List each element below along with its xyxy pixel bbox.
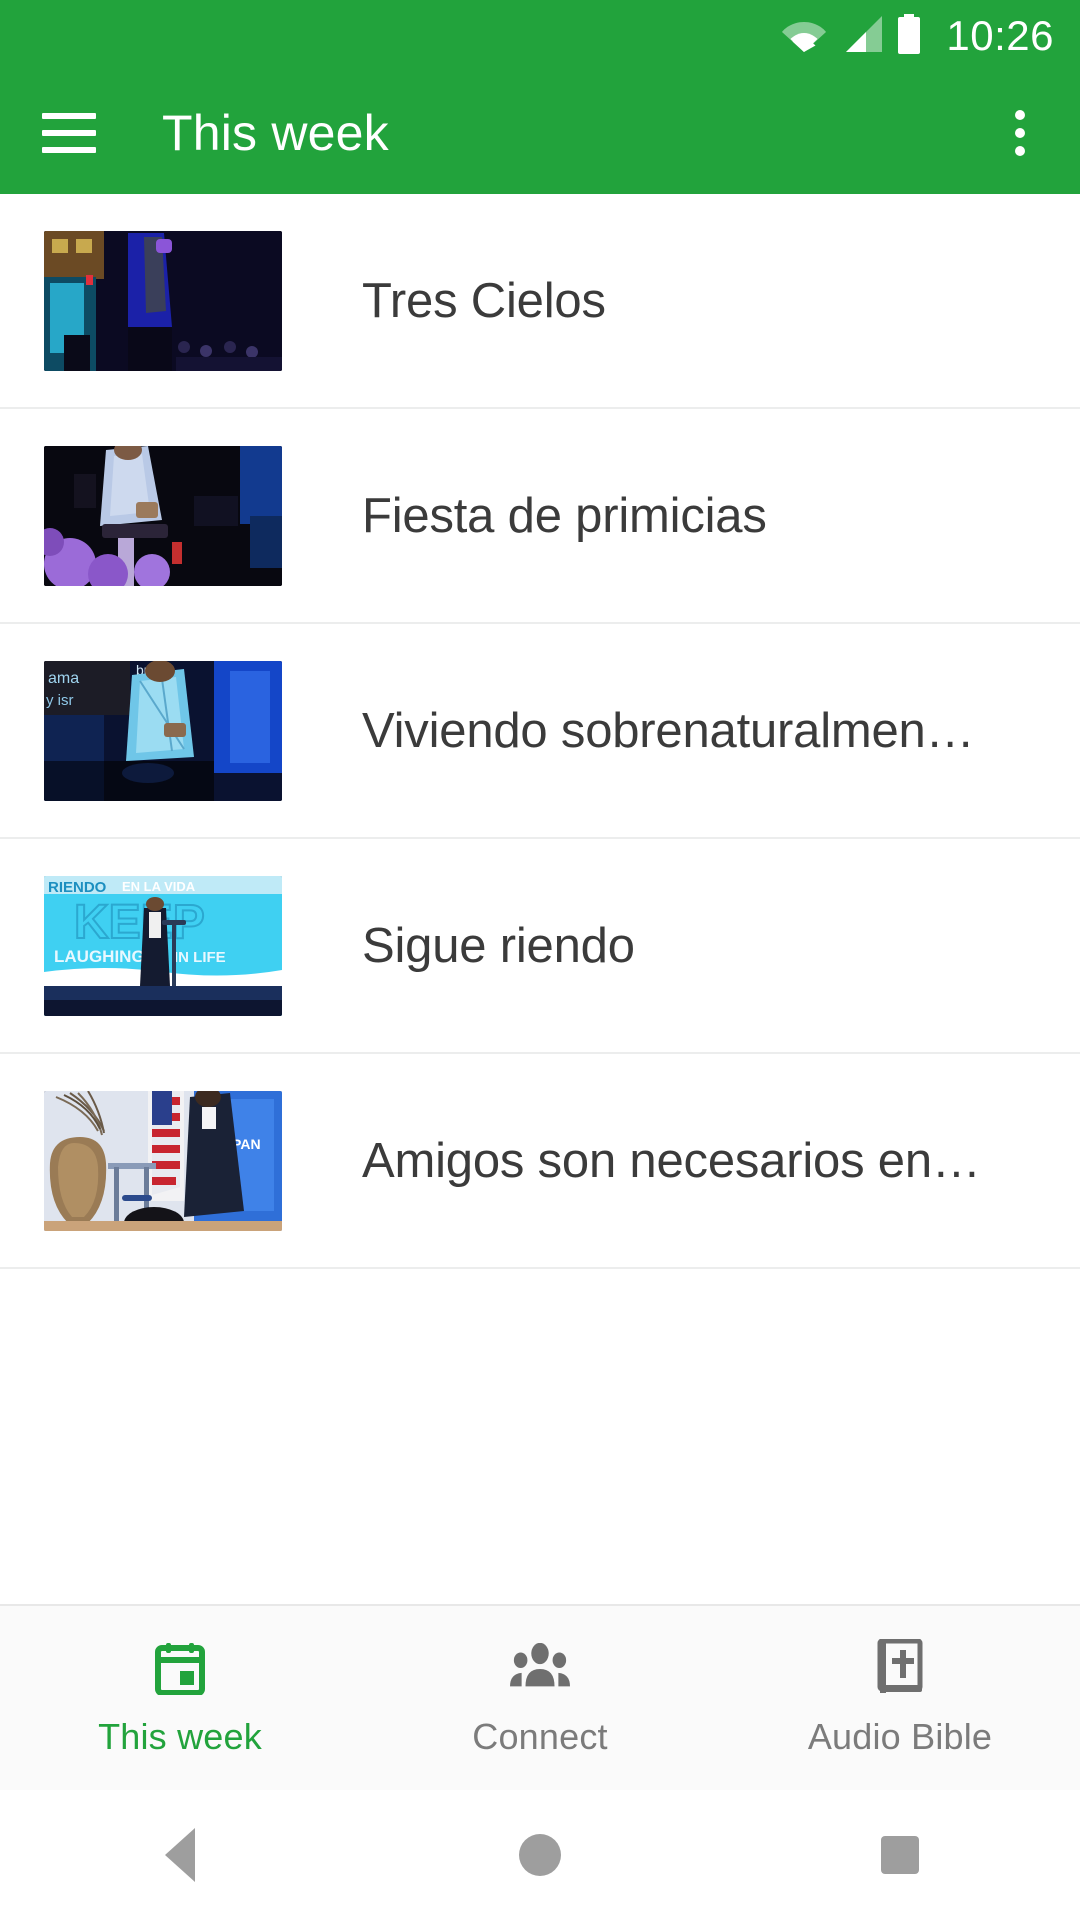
list-item[interactable]: NECE N LA PAN (0, 1054, 1080, 1269)
nav-label: Audio Bible (807, 1716, 993, 1757)
app-bar: This week (0, 72, 1080, 194)
people-icon (510, 1638, 570, 1698)
episode-title: Tres Cielos (362, 273, 606, 328)
wifi-icon (782, 16, 827, 57)
svg-text:EN LA VIDA: EN LA VIDA (122, 879, 196, 894)
episode-title: Fiesta de primicias (362, 488, 767, 543)
episode-thumbnail: NECE N LA PAN (44, 1090, 282, 1231)
status-bar: 10:26 (0, 0, 1080, 72)
episode-thumbnail (44, 445, 282, 586)
list-item[interactable]: ama y isr bus Viviendo sobrenaturalmen… (0, 624, 1080, 839)
nav-label: Connect (472, 1716, 608, 1757)
svg-text:ama: ama (48, 670, 79, 687)
nav-label: This week (98, 1716, 262, 1757)
svg-text:LAUGHING: LAUGHING (54, 947, 145, 966)
hamburger-menu-icon[interactable] (42, 113, 96, 153)
cellular-signal-icon (840, 15, 883, 57)
android-system-nav (0, 1790, 1080, 1920)
recents-button[interactable] (720, 1836, 1080, 1874)
more-options-icon[interactable] (990, 103, 1050, 163)
episode-title: Viviendo sobrenaturalmen… (362, 703, 975, 758)
back-button[interactable] (0, 1828, 360, 1882)
episode-list: Tres Cielos Fiesta de primicias ama y is… (0, 194, 1080, 1269)
battery-icon (896, 13, 922, 59)
svg-text:y isr: y isr (46, 692, 74, 709)
episode-title: Amigos son necesarios en… (362, 1133, 981, 1188)
episode-thumbnail: RIENDO EN LA VIDA KEEP LAUGHING IN LIFE (44, 875, 282, 1016)
nav-tab-connect[interactable]: Connect (360, 1606, 720, 1790)
status-icons (782, 13, 922, 59)
bottom-navigation-bar: This week Connect Audio Bible (0, 1604, 1080, 1790)
episode-title: Sigue riendo (362, 918, 635, 973)
list-item[interactable]: RIENDO EN LA VIDA KEEP LAUGHING IN LIFE … (0, 839, 1080, 1054)
episode-thumbnail (44, 230, 282, 371)
circle-home-icon (519, 1834, 561, 1876)
nav-tab-this-week[interactable]: This week (0, 1606, 360, 1790)
page-title: This week (162, 105, 389, 161)
nav-tab-audio-bible[interactable]: Audio Bible (720, 1606, 1080, 1790)
calendar-icon (150, 1638, 210, 1698)
square-recents-icon (881, 1836, 919, 1874)
list-item[interactable]: Fiesta de primicias (0, 409, 1080, 624)
home-button[interactable] (360, 1834, 720, 1876)
svg-text:RIENDO: RIENDO (48, 879, 107, 896)
triangle-back-icon (165, 1828, 195, 1882)
svg-text:IN LIFE: IN LIFE (174, 949, 226, 966)
status-time: 10:26 (946, 12, 1054, 59)
bible-cross-icon (870, 1638, 930, 1698)
episode-thumbnail: ama y isr bus (44, 660, 282, 801)
list-item[interactable]: Tres Cielos (0, 194, 1080, 409)
